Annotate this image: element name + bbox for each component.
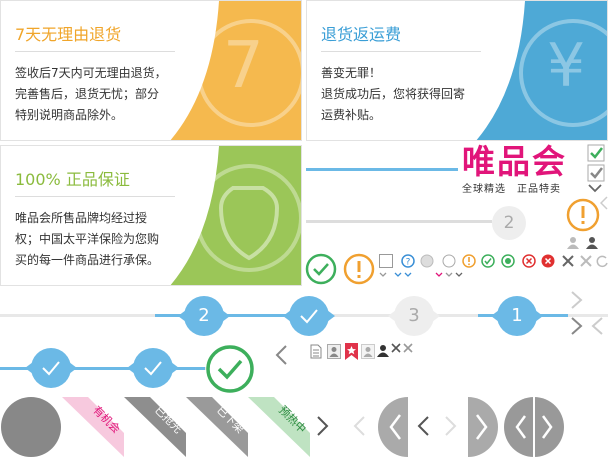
step-number: 1 xyxy=(511,305,523,326)
close-light-icon[interactable] xyxy=(579,254,593,268)
chevron-right-icon[interactable] xyxy=(316,415,330,437)
blue-divider-line xyxy=(306,168,458,171)
carousel-prev-button[interactable] xyxy=(374,397,408,457)
step-number: 3 xyxy=(408,305,420,326)
step-done-badge xyxy=(127,348,179,388)
chevron-left-small-icon[interactable] xyxy=(600,196,608,210)
warning-circle-icon xyxy=(343,253,375,285)
card-title: 退货返运费 xyxy=(321,25,402,44)
card-line: 签收后7天内可无理由退货， xyxy=(15,66,167,80)
radio-selected-icon[interactable] xyxy=(501,254,515,268)
user-dark-icon xyxy=(377,345,389,357)
close-light-icon[interactable] xyxy=(403,343,413,353)
card-body: 善变无罪！ 退货成功后，您将获得回寄 运费补贴。 xyxy=(321,63,465,126)
chevron-left-light-icon[interactable] xyxy=(590,316,604,336)
chevron-down-icon[interactable] xyxy=(588,184,602,193)
card-line: 唯品会所售品牌均经过授 xyxy=(15,211,148,225)
grey-circle-placeholder xyxy=(1,397,61,457)
refresh-icon[interactable] xyxy=(596,254,608,268)
card-authentic-guarantee: 100% 正品保证 唯品会所售品牌均经过授 权；中国太平洋保险为您购 买的每一件… xyxy=(0,145,302,286)
close-dark-icon[interactable] xyxy=(391,343,401,353)
document-icon xyxy=(310,344,322,359)
card-body: 签收后7天内可无理由退货， 完善售后，退货无忧；部分 特别说明商品除外。 xyxy=(15,63,167,126)
divider xyxy=(15,196,175,197)
card-watermark-yen: ¥ xyxy=(547,31,586,101)
card-title: 7天无理由退货 xyxy=(15,25,122,44)
check-circle-small-icon xyxy=(481,254,495,268)
carousel-pair-button[interactable] xyxy=(503,397,565,457)
divider xyxy=(321,51,481,52)
checkbox-checked-grey-icon[interactable] xyxy=(587,164,605,182)
card-return-shipping: ¥ 退货返运费 善变无罪！ 退货成功后，您将获得回寄 运费补贴。 xyxy=(306,0,608,141)
card-watermark-7: 7 xyxy=(223,29,264,103)
card-title: 100% 正品保证 xyxy=(15,170,130,189)
step-badge-inactive: 2 xyxy=(492,206,526,240)
tag-corner-sold-out: 已抢光 xyxy=(124,397,186,457)
checkbox-empty-icon[interactable] xyxy=(379,254,393,268)
warning-large-icon xyxy=(566,198,600,232)
checkbox-checked-icon[interactable] xyxy=(587,144,605,162)
card-line: 特别说明商品除外。 xyxy=(15,108,124,122)
chevron-left-light-icon[interactable] xyxy=(352,415,366,437)
card-body: 唯品会所售品牌均经过授 权；中国太平洋保险为您购 买的每一件商品进行承保。 xyxy=(15,208,159,271)
card-line: 权；中国太平洋保险为您购 xyxy=(15,232,160,246)
warning-small-icon xyxy=(462,254,476,268)
divider xyxy=(15,51,175,52)
close-dark-icon[interactable] xyxy=(561,254,575,268)
question-circle-icon: ? xyxy=(401,254,415,268)
chevron-down-icon[interactable] xyxy=(435,272,475,280)
chevron-right-light-icon[interactable] xyxy=(444,415,458,437)
card-7day-return: 7 7天无理由退货 签收后7天内可无理由退货， 完善售后，退货无忧；部分 特别说… xyxy=(0,0,302,141)
svg-text:?: ? xyxy=(406,258,411,268)
card-line: 善变无罪！ xyxy=(321,66,382,80)
error-circle-icon xyxy=(522,254,536,268)
error-filled-icon xyxy=(541,254,555,268)
tag-corner-opportunity: 有机会 xyxy=(62,397,124,457)
chevron-left-dark-icon[interactable] xyxy=(416,415,430,437)
radio-empty-icon[interactable] xyxy=(442,254,456,268)
step-done-badge xyxy=(25,348,77,388)
chevron-right-light-icon[interactable] xyxy=(570,290,584,310)
user-group-dark-icon xyxy=(586,237,598,249)
step-number: 2 xyxy=(198,305,210,326)
card-line: 完善售后，退货无忧；部分 xyxy=(15,87,160,101)
user-badge-light-icon xyxy=(361,344,375,359)
user-group-grey-icon xyxy=(567,237,579,249)
chevron-right-dark-icon[interactable] xyxy=(570,316,584,336)
tag-corner-preheating: 预热中 xyxy=(248,397,310,457)
card-line: 退货成功后，您将获得回寄 xyxy=(321,87,466,101)
brand-slogan: 全球精选 正品特卖 xyxy=(462,184,561,195)
brand-name: 唯品会 xyxy=(462,142,567,181)
grey-progress-line xyxy=(306,220,492,223)
card-line: 买的每一件商品进行承保。 xyxy=(15,253,160,267)
tag-corner-removed: 已下架 xyxy=(186,397,248,457)
user-badge-icon xyxy=(327,344,341,359)
carousel-next-button[interactable] xyxy=(468,397,502,457)
success-circle-icon xyxy=(206,345,254,393)
radio-grey-icon[interactable] xyxy=(420,254,434,268)
card-line: 运费补贴。 xyxy=(321,108,382,122)
check-circle-large-icon xyxy=(305,253,337,285)
step-number: 2 xyxy=(503,213,515,233)
step-done-badge xyxy=(283,296,335,336)
bookmark-star-icon xyxy=(345,343,358,360)
chevron-left-icon[interactable] xyxy=(274,344,288,366)
brand-logo: 唯品会 全球精选 正品特卖 xyxy=(462,142,584,195)
